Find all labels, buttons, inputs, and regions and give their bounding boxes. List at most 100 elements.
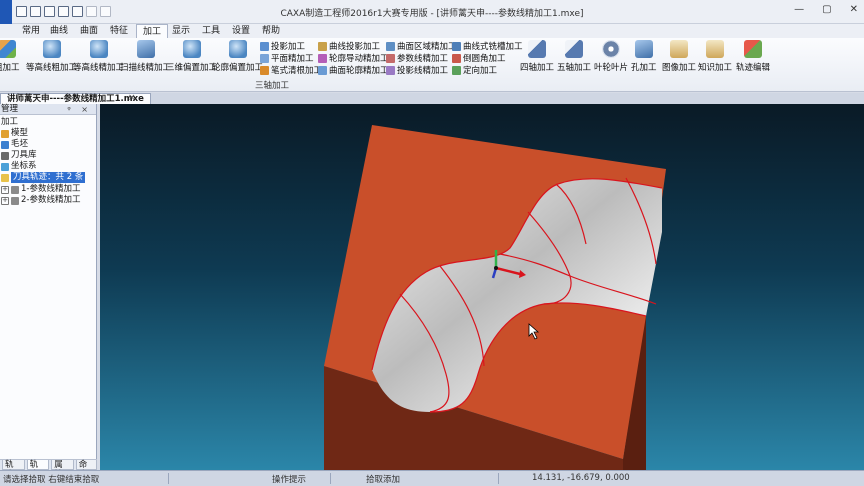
status-coordinates: 14.131, -16.679, 0.000 bbox=[532, 473, 630, 483]
surface-area-finish-button[interactable]: 曲面区域精加工 bbox=[386, 40, 457, 52]
close-button[interactable]: ✕ bbox=[850, 4, 858, 15]
panel-title: 管理 bbox=[1, 104, 19, 114]
minimize-button[interactable]: — bbox=[794, 4, 804, 15]
blank-icon bbox=[1, 140, 9, 149]
curve-projection-button[interactable]: 曲线投影加工 bbox=[318, 40, 380, 52]
expand-icon[interactable]: + bbox=[1, 196, 9, 205]
status-divider bbox=[498, 473, 499, 484]
oriented-icon bbox=[452, 65, 461, 75]
toolpath-edit-button[interactable]: 轨迹编辑 bbox=[736, 40, 770, 73]
hole-icon bbox=[634, 40, 653, 58]
tab-feature[interactable]: 特征 bbox=[110, 24, 128, 38]
toolpath-icon bbox=[11, 196, 19, 205]
manager-panel: 管理 ᵠ × 加工 模型 毛坯 刀具库 坐标系 刀具轨迹：共 2 条 +1-参数… bbox=[0, 104, 97, 486]
hole-machining-button[interactable]: 孔加工 bbox=[631, 40, 657, 73]
tree-item-toolpath-2[interactable]: +2-参数线精加工 bbox=[1, 195, 80, 206]
knowledge-icon bbox=[706, 40, 724, 58]
four-axis-button[interactable]: 四轴加工 bbox=[520, 40, 554, 73]
tree-item-toolpaths[interactable]: 刀具轨迹：共 2 条 bbox=[1, 172, 86, 183]
status-divider bbox=[168, 473, 169, 484]
profile-guide-icon bbox=[318, 53, 327, 63]
part-model bbox=[324, 125, 666, 470]
status-pick-mode: 拾取添加 bbox=[366, 475, 401, 485]
contour-offset-button[interactable]: 轮廓偏置加工 bbox=[212, 40, 263, 73]
five-axis-button[interactable]: 五轴加工 bbox=[557, 40, 591, 73]
curve-projection-icon bbox=[318, 41, 327, 51]
surface-profile-icon bbox=[318, 65, 327, 75]
oriented-machining-button[interactable]: 定向加工 bbox=[452, 64, 497, 76]
projection-line-finish-button[interactable]: 投影线精加工 bbox=[386, 64, 448, 76]
3d-offset-icon bbox=[182, 40, 201, 58]
pencil-icon bbox=[260, 65, 269, 75]
panel-tab-toolpath[interactable]: 轨迹... bbox=[2, 460, 25, 480]
rough-machining-button[interactable]: 粗加工 bbox=[0, 40, 20, 73]
tab-common[interactable]: 常用 bbox=[22, 24, 40, 38]
curve-slot-milling-button[interactable]: 曲线式铣槽加工 bbox=[452, 40, 523, 52]
tree-item-tool-library[interactable]: 刀具库 bbox=[1, 150, 37, 161]
coordinate-icon bbox=[1, 162, 9, 171]
tab-help[interactable]: 帮助 bbox=[262, 24, 280, 38]
contour-finish-button[interactable]: 等高线精加工 bbox=[73, 40, 124, 73]
profile-guide-finish-button[interactable]: 轮廓导动精加工 bbox=[318, 52, 389, 64]
status-bar: 请选择拾取 右键结束拾取 操作提示 拾取添加 14.131, -16.679, … bbox=[0, 470, 864, 486]
parameter-line-finish-button[interactable]: 参数线精加工 bbox=[386, 52, 448, 64]
tree-item-blank[interactable]: 毛坯 bbox=[1, 139, 28, 150]
plane-finish-button[interactable]: 平面精加工 bbox=[260, 52, 314, 64]
panel-pin-close[interactable]: ᵠ × bbox=[67, 104, 92, 115]
tab-curve[interactable]: 曲线 bbox=[50, 24, 68, 38]
fillet-machining-button[interactable]: 倒圆角加工 bbox=[452, 52, 506, 64]
tab-display[interactable]: 显示 bbox=[172, 24, 190, 38]
window-title: CAXA制造工程师2016r1大赛专用版 - [讲师蓠天申----参数线精加工1… bbox=[280, 9, 584, 19]
knowledge-machining-button[interactable]: 知识加工 bbox=[698, 40, 732, 73]
four-axis-icon bbox=[528, 40, 546, 58]
tab-settings[interactable]: 设置 bbox=[232, 24, 250, 38]
scanline-finish-icon bbox=[136, 40, 155, 58]
close-icon[interactable]: × bbox=[128, 93, 136, 104]
plane-icon bbox=[260, 53, 269, 63]
tab-surface[interactable]: 曲面 bbox=[80, 24, 98, 38]
status-divider bbox=[330, 473, 331, 484]
panel-tab-toolpath-active[interactable]: 轨迹... bbox=[26, 460, 50, 480]
parameter-line-icon bbox=[386, 53, 395, 63]
status-operation-hint: 操作提示 bbox=[272, 475, 307, 485]
3d-offset-button[interactable]: 三维偏置加工 bbox=[166, 40, 217, 73]
contour-offset-icon bbox=[228, 40, 247, 58]
toolpath-edit-icon bbox=[744, 40, 762, 58]
3d-viewport[interactable] bbox=[100, 104, 864, 470]
tree-root[interactable]: 加工 bbox=[1, 117, 18, 128]
image-machining-icon bbox=[670, 40, 688, 58]
tree-item-toolpath-1[interactable]: +1-参数线精加工 bbox=[1, 184, 80, 195]
window-controls: — ▢ ✕ bbox=[794, 4, 858, 15]
title-bar: CAXA制造工程师2016r1大赛专用版 - [讲师蓠天申----参数线精加工1… bbox=[0, 0, 864, 24]
pencil-cleanup-button[interactable]: 笔式清根加工 bbox=[260, 64, 322, 76]
ribbon-group-label: 三轴加工 bbox=[255, 81, 290, 91]
contour-rough-icon bbox=[42, 40, 61, 58]
tab-tools[interactable]: 工具 bbox=[202, 24, 220, 38]
ribbon-tabs: 常用 曲线 曲面 特征 加工 显示 工具 设置 帮助 bbox=[0, 24, 864, 39]
fillet-icon bbox=[452, 53, 461, 63]
panel-tab-command-line[interactable]: 命令行 bbox=[75, 460, 97, 486]
impeller-blade-button[interactable]: 叶轮叶片 bbox=[594, 40, 628, 73]
ribbon: 粗加工 等高线粗加工 等高线精加工 扫描线精加工 三维偏置加工 轮廓偏置加工 投… bbox=[0, 38, 864, 92]
maximize-button[interactable]: ▢ bbox=[822, 4, 831, 15]
surface-profile-finish-button[interactable]: 曲面轮廓精加工 bbox=[318, 64, 389, 76]
document-tab-strip: 讲师蓠天申----参数线精加工1.mxe × bbox=[0, 93, 864, 104]
expand-icon[interactable]: + bbox=[1, 185, 9, 194]
tab-machining[interactable]: 加工 bbox=[136, 24, 169, 39]
projection-line-icon bbox=[386, 65, 395, 75]
toolpath-icon bbox=[11, 185, 19, 194]
rough-machining-icon bbox=[0, 40, 16, 58]
folder-icon bbox=[1, 173, 9, 182]
panel-tabs: 轨迹... 轨迹... 属性... 命令行 bbox=[0, 459, 97, 486]
contour-rough-button[interactable]: 等高线粗加工 bbox=[26, 40, 77, 73]
tree-item-model[interactable]: 模型 bbox=[1, 128, 28, 139]
surface-area-icon bbox=[386, 41, 395, 51]
image-machining-button[interactable]: 图像加工 bbox=[662, 40, 696, 73]
impeller-icon bbox=[602, 40, 620, 58]
tree-item-coordinate[interactable]: 坐标系 bbox=[1, 161, 37, 172]
panel-tab-properties[interactable]: 属性... bbox=[51, 460, 74, 480]
projection-machining-button[interactable]: 投影加工 bbox=[260, 40, 305, 52]
projection-icon bbox=[260, 41, 269, 51]
scanline-finish-button[interactable]: 扫描线精加工 bbox=[120, 40, 171, 73]
tool-library-icon bbox=[1, 151, 9, 160]
